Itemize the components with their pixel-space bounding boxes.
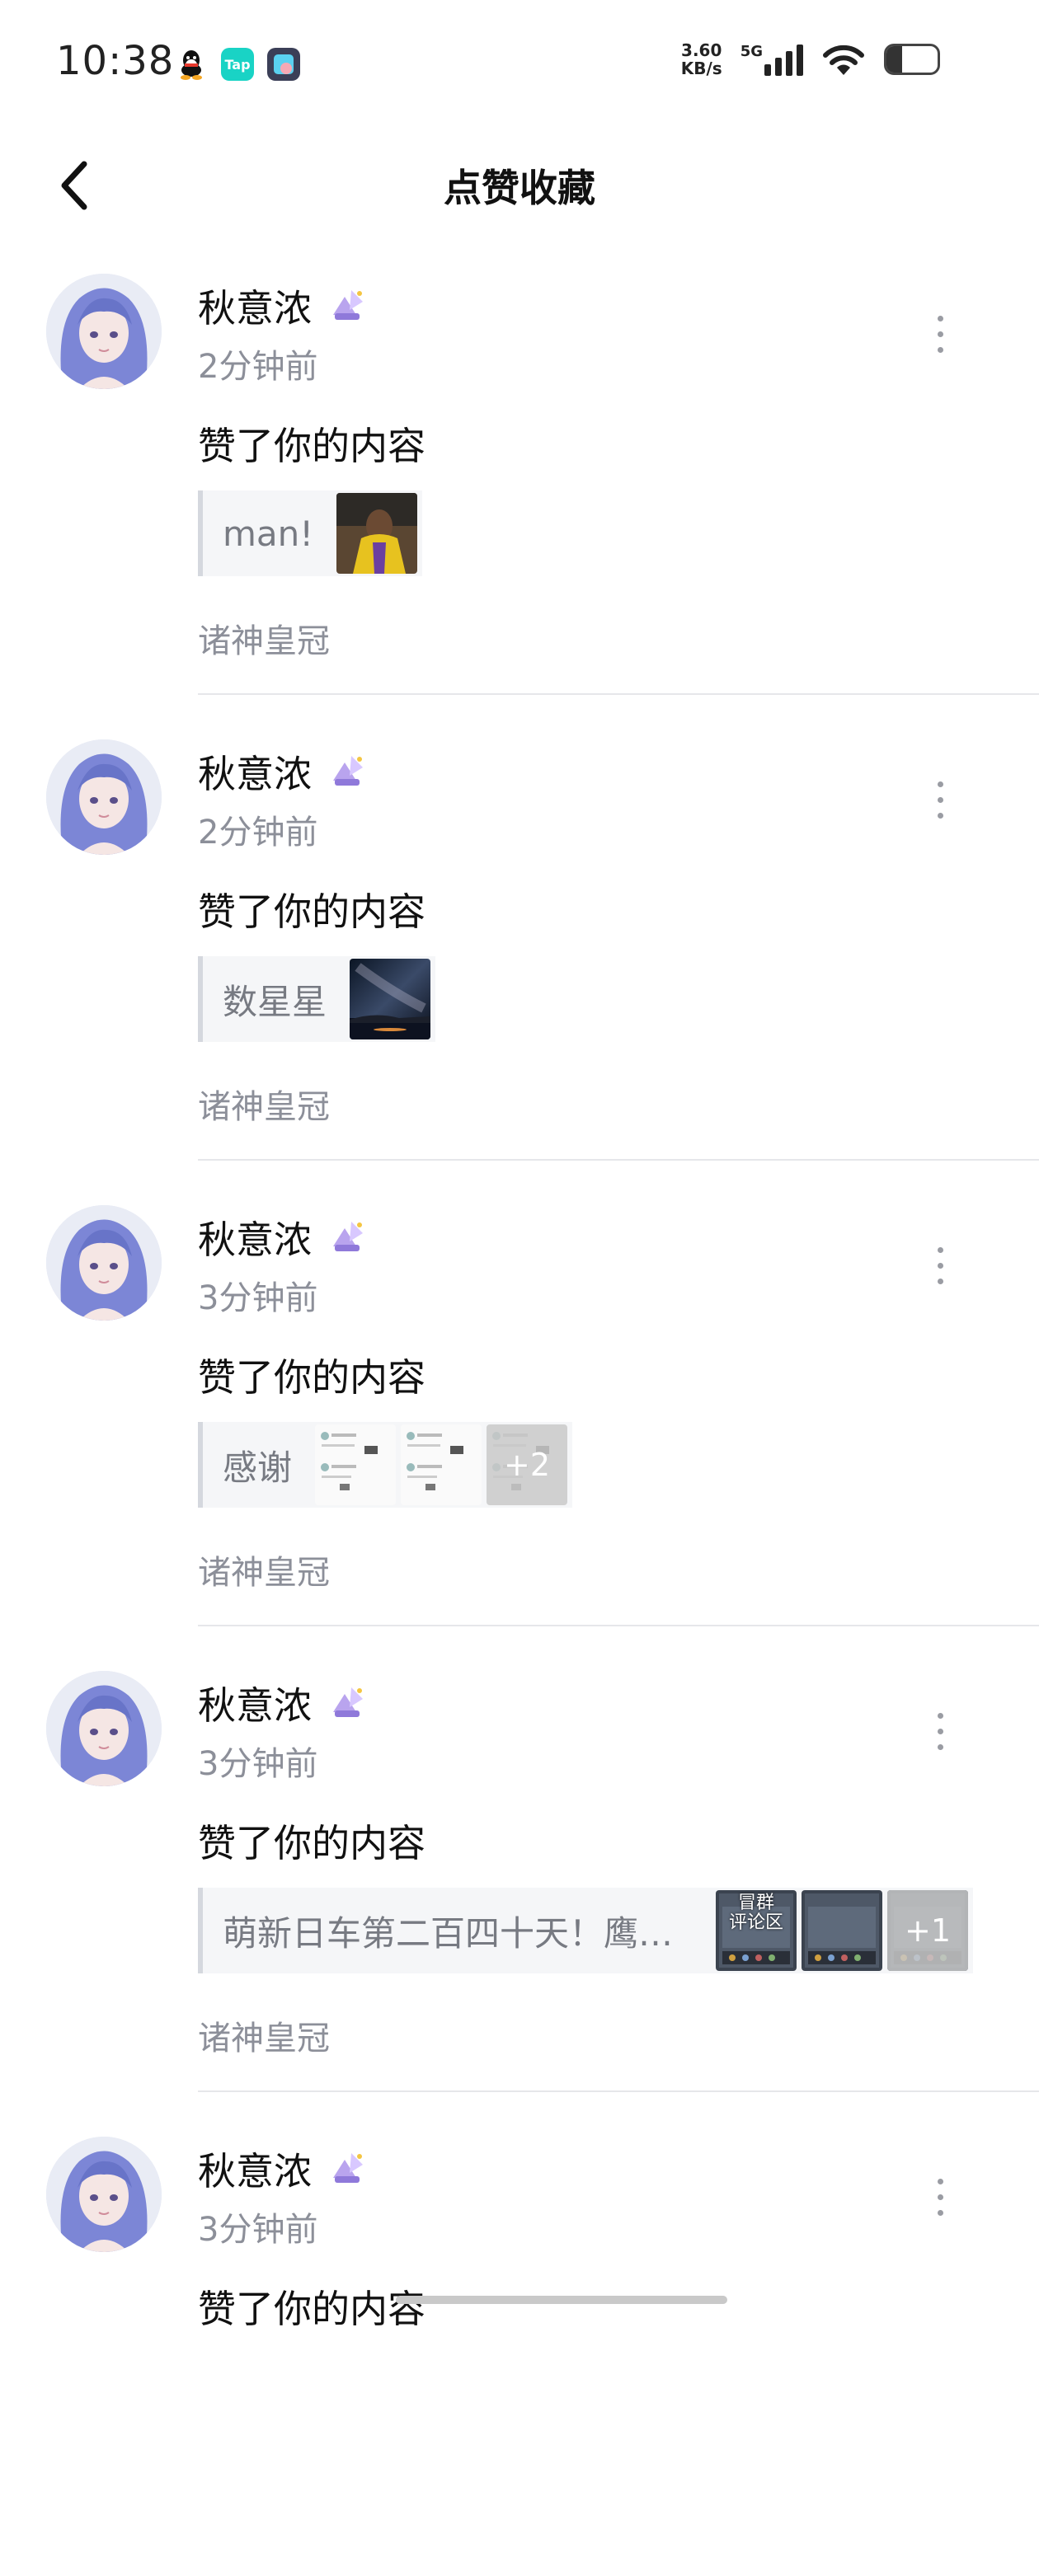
system-icons: 3.60 KB/s 5G bbox=[681, 41, 940, 77]
divider bbox=[198, 1159, 1039, 1161]
avatar[interactable] bbox=[46, 739, 162, 855]
timestamp: 3分钟前 bbox=[198, 1745, 318, 1783]
dot bbox=[937, 1278, 943, 1284]
content-thumbnail: +1 bbox=[887, 1890, 968, 1971]
user-badge-icon bbox=[333, 2153, 363, 2183]
nav-bar: 点赞收藏 bbox=[0, 124, 1039, 247]
dot bbox=[937, 812, 943, 819]
content-thumbnail bbox=[336, 493, 418, 574]
user-badge-icon bbox=[333, 1687, 363, 1717]
content-thumbnail bbox=[802, 1890, 882, 1971]
dot bbox=[937, 796, 943, 803]
referenced-content-title: man! bbox=[223, 513, 314, 554]
notification-item[interactable]: 秋意浓 2分钟前 赞了你的内容 man! 诸神皇冠 bbox=[0, 247, 1039, 713]
content-thumbnail bbox=[350, 959, 431, 1039]
clock: 10:38 bbox=[56, 38, 175, 84]
community-name[interactable]: 诸神皇冠 bbox=[198, 2011, 330, 2059]
qq-icon bbox=[175, 48, 208, 81]
referenced-content[interactable]: 感谢 +2 bbox=[198, 1422, 573, 1508]
timestamp: 2分钟前 bbox=[198, 814, 318, 852]
avatar[interactable] bbox=[46, 1671, 162, 1786]
content-thumbnail: +2 bbox=[487, 1424, 568, 1505]
dot bbox=[937, 1728, 943, 1734]
action-text: 赞了你的内容 bbox=[198, 2287, 425, 2331]
battery-icon bbox=[884, 44, 940, 75]
avatar[interactable] bbox=[46, 274, 162, 389]
community-name[interactable]: 诸神皇冠 bbox=[198, 1546, 330, 1593]
wifi-icon bbox=[823, 45, 864, 75]
more-images-count: +2 bbox=[487, 1424, 568, 1505]
dot bbox=[937, 2194, 943, 2200]
dot bbox=[937, 1743, 943, 1750]
notification-item[interactable]: 秋意浓 3分钟前 赞了你的内容 bbox=[0, 2110, 1039, 2576]
notification-item[interactable]: 秋意浓 3分钟前 赞了你的内容 萌新日车第二百四十天！鹰… 冒群 评论区 +1 诸… bbox=[0, 1645, 1039, 2110]
content-thumbnail bbox=[315, 1424, 397, 1505]
user-name[interactable]: 秋意浓 bbox=[198, 1676, 368, 1730]
timestamp: 3分钟前 bbox=[198, 2211, 318, 2249]
home-indicator[interactable] bbox=[396, 2296, 727, 2304]
divider bbox=[198, 693, 1039, 695]
more-images-count: +1 bbox=[887, 1890, 968, 1971]
divider bbox=[198, 1625, 1039, 1626]
dot bbox=[937, 315, 943, 321]
referenced-content[interactable]: man! bbox=[198, 490, 423, 576]
referenced-content[interactable]: 数星星 bbox=[198, 956, 436, 1042]
referenced-content-title: 数星星 bbox=[223, 981, 327, 1022]
user-name[interactable]: 秋意浓 bbox=[198, 279, 368, 333]
avatar[interactable] bbox=[46, 1205, 162, 1321]
user-name[interactable]: 秋意浓 bbox=[198, 2142, 368, 2196]
dot bbox=[937, 2178, 943, 2184]
thumbnail-caption: 冒群 评论区 bbox=[728, 1893, 783, 1933]
action-text: 赞了你的内容 bbox=[198, 1821, 425, 1865]
more-options-button[interactable] bbox=[924, 1702, 957, 1760]
action-text: 赞了你的内容 bbox=[198, 424, 425, 468]
user-badge-icon bbox=[333, 290, 363, 320]
avatar[interactable] bbox=[46, 2137, 162, 2252]
more-options-button[interactable] bbox=[924, 771, 957, 828]
divider bbox=[198, 2090, 1039, 2092]
timestamp: 2分钟前 bbox=[198, 348, 318, 386]
taptap-icon: Tap bbox=[221, 48, 254, 81]
page-title: 点赞收藏 bbox=[444, 166, 595, 210]
status-bar: 10:38 Tap 3.60 KB/s 5G bbox=[0, 0, 1039, 124]
content-thumbnail: 冒群 评论区 bbox=[716, 1890, 797, 1971]
more-options-button[interactable] bbox=[924, 305, 957, 363]
network-speed: 3.60 KB/s bbox=[680, 40, 722, 78]
more-options-button[interactable] bbox=[924, 2168, 957, 2226]
dot bbox=[937, 1712, 943, 1719]
referenced-content-title: 感谢 bbox=[223, 1447, 293, 1488]
user-name[interactable]: 秋意浓 bbox=[198, 1210, 368, 1265]
dot bbox=[937, 781, 943, 787]
dot bbox=[937, 331, 943, 337]
action-text: 赞了你的内容 bbox=[198, 889, 425, 934]
user-name[interactable]: 秋意浓 bbox=[198, 744, 368, 799]
dot bbox=[937, 1262, 943, 1269]
dot bbox=[937, 2209, 943, 2216]
dot bbox=[937, 1246, 943, 1253]
dot bbox=[937, 346, 943, 353]
app-icon bbox=[267, 48, 300, 81]
notification-feed: 秋意浓 2分钟前 赞了你的内容 man! 诸神皇冠 秋意浓 2分钟前 赞了你的内… bbox=[0, 247, 1039, 2576]
timestamp: 3分钟前 bbox=[198, 1279, 318, 1317]
referenced-content-title: 萌新日车第二百四十天！鹰… bbox=[223, 1912, 674, 1954]
action-text: 赞了你的内容 bbox=[198, 1355, 425, 1400]
cellular-signal-icon: 5G bbox=[740, 43, 803, 76]
notification-icons: Tap bbox=[175, 48, 300, 81]
community-name[interactable]: 诸神皇冠 bbox=[198, 1080, 330, 1128]
referenced-content[interactable]: 萌新日车第二百四十天！鹰… 冒群 评论区 +1 bbox=[198, 1888, 973, 1973]
community-name[interactable]: 诸神皇冠 bbox=[198, 614, 330, 662]
user-badge-icon bbox=[333, 756, 363, 786]
notification-item[interactable]: 秋意浓 2分钟前 赞了你的内容 数星星 诸神皇冠 bbox=[0, 713, 1039, 1179]
content-thumbnail bbox=[401, 1424, 482, 1505]
user-badge-icon bbox=[333, 1222, 363, 1251]
notification-item[interactable]: 秋意浓 3分钟前 赞了你的内容 感谢 +2 诸神皇冠 bbox=[0, 1179, 1039, 1645]
more-options-button[interactable] bbox=[924, 1236, 957, 1294]
